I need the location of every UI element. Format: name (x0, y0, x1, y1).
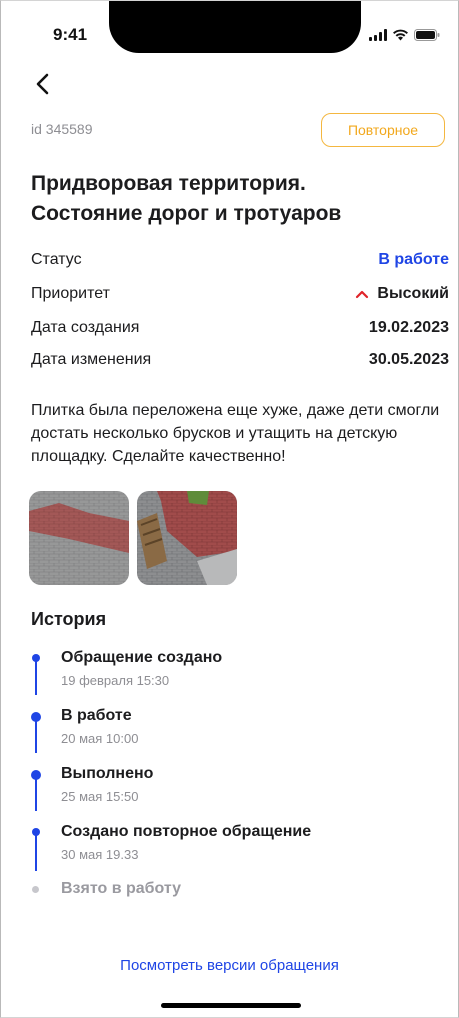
ticket-title-line-2: Состояние дорог и тротуаров (31, 202, 342, 225)
timeline-segment-1 (35, 659, 37, 695)
history-item-time: 20 мая 10:00 (61, 731, 139, 746)
timeline-dot (32, 828, 40, 836)
paving-photo-2-image (137, 491, 237, 585)
status-label: Статус (31, 251, 82, 268)
back-chevron-icon[interactable] (31, 71, 57, 97)
chevron-up-icon (356, 290, 369, 299)
paving-photo-1-image (29, 491, 129, 585)
status-row: Статус В работе (31, 251, 449, 269)
timeline-dot-pending (32, 886, 39, 893)
timeline-segment-3 (35, 777, 37, 811)
priority-label: Приоритет (31, 285, 110, 302)
priority-value-wrap: Высокий (355, 285, 449, 303)
created-label: Дата создания (31, 319, 140, 336)
signal-icon (369, 29, 387, 41)
created-value: 19.02.2023 (368, 319, 449, 336)
phone-screen: 9:41 id 345589 Повторное Придворовая тер… (0, 0, 459, 1018)
timeline-dot (32, 654, 40, 662)
history-item-time: 25 мая 15:50 (61, 789, 139, 804)
timeline-dot (31, 712, 41, 722)
view-versions-link[interactable]: Посмотреть версии обращения (1, 957, 458, 974)
ticket-title: Придворовая территория. Состояние дорог … (31, 169, 441, 229)
history-item-time: 19 февраля 15:30 (61, 673, 170, 688)
priority-value: Высокий (377, 285, 449, 302)
wifi-icon (393, 29, 408, 41)
home-indicator[interactable] (161, 1003, 301, 1008)
modified-label: Дата изменения (31, 351, 152, 368)
modified-value: 30.05.2023 (368, 351, 449, 368)
timeline-dot (31, 770, 41, 780)
created-row: Дата создания 19.02.2023 (31, 319, 449, 337)
history-title: История (31, 609, 107, 629)
history-item-title: Выполнено (61, 765, 154, 782)
repeat-badge: Повторное (321, 113, 445, 147)
ticket-description: Плитка была переложена еще хуже, даже де… (31, 402, 440, 465)
battery-icon (414, 29, 440, 41)
notch (109, 1, 361, 53)
timeline-segment-4 (35, 835, 37, 871)
paving-photo-2[interactable] (137, 491, 237, 585)
history-item-time: 30 мая 19.33 (61, 847, 139, 862)
ticket-id: id 345589 (31, 121, 93, 137)
status-icons (369, 29, 440, 41)
timeline-segment-2 (35, 719, 37, 753)
status-time: 9:41 (53, 25, 88, 44)
modified-row: Дата изменения 30.05.2023 (31, 351, 449, 369)
history-item-title: Создано повторное обращение (61, 823, 312, 840)
ticket-title-line-1: Придворовая территория. (31, 172, 306, 195)
paving-photo-1[interactable] (29, 491, 129, 585)
status-value: В работе (378, 251, 449, 268)
history-item-title: В работе (61, 707, 132, 724)
history-item-title: Обращение создано (61, 649, 223, 666)
priority-row: Приоритет Высокий (31, 285, 449, 303)
history-item-title-pending: Взято в работу (61, 880, 182, 897)
